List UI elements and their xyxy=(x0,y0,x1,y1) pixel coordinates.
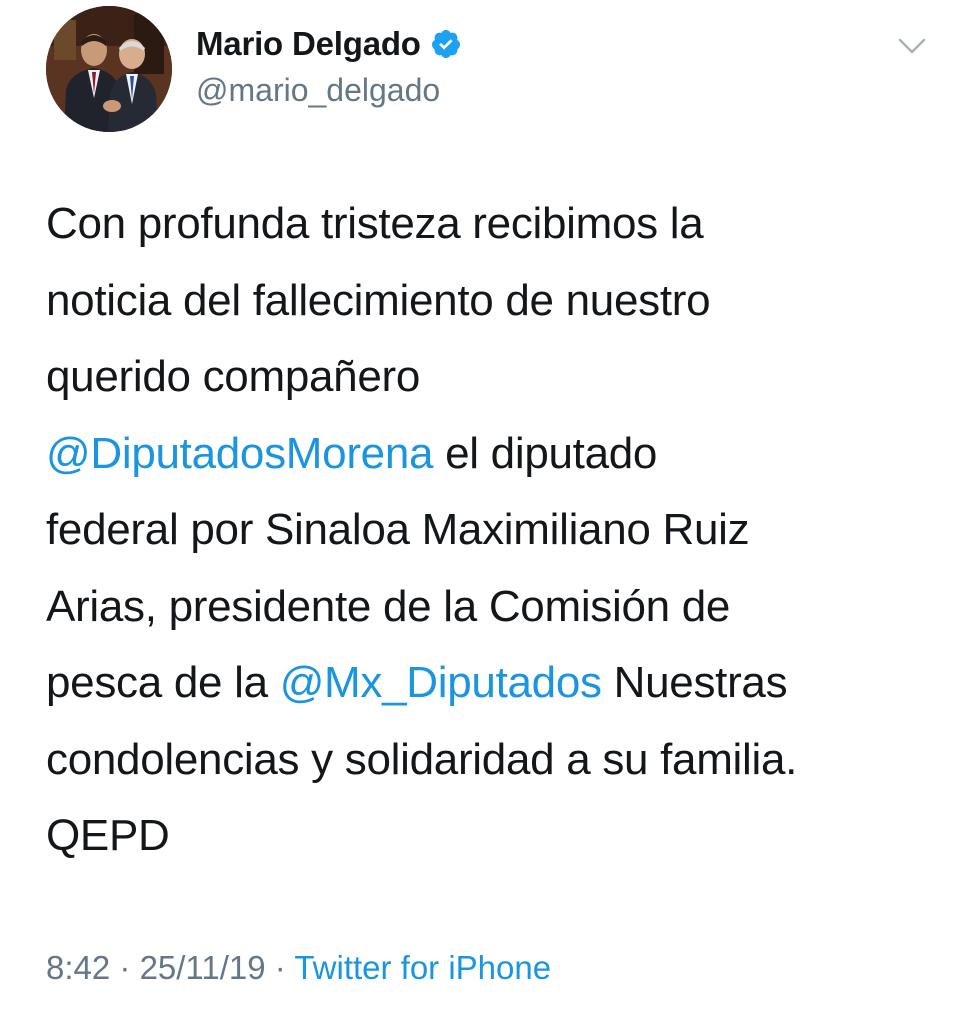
tweet-text-line: federal por Sinaloa Maximiliano Ruiz xyxy=(46,492,946,569)
tweet-text-segment: el diputado xyxy=(433,428,658,478)
handle[interactable]: @mario_delgado xyxy=(196,72,462,109)
tweet-text-line: condolencias y solidaridad a su familia. xyxy=(46,722,946,799)
author-block[interactable]: Mario Delgado @mario_delgado xyxy=(196,22,462,109)
tweet: Mario Delgado @mario_delgado Con profund… xyxy=(0,0,968,1017)
tweet-source-link[interactable]: Twitter for iPhone xyxy=(294,949,551,986)
tweet-text-segment: noticia del fallecimiento de nuestro xyxy=(46,275,711,325)
display-name[interactable]: Mario Delgado xyxy=(196,25,421,63)
mention-link[interactable]: @DiputadosMorena xyxy=(46,429,433,478)
tweet-text-line: querido compañero xyxy=(46,339,946,416)
display-name-row: Mario Delgado xyxy=(196,22,462,66)
tweet-text-segment: Nuestras xyxy=(601,658,788,707)
tweet-text-segment: QEPD xyxy=(46,811,170,860)
tweet-text-segment: Con profunda tristeza recibimos la xyxy=(46,199,704,248)
tweet-text-line: pesca de la @Mx_Diputados Nuestras xyxy=(46,645,946,722)
tweet-text-segment: pesca de la xyxy=(46,658,280,707)
profile-photo xyxy=(46,6,172,132)
tweet-text-line: @DiputadosMorena el diputado xyxy=(46,416,946,493)
mention-link[interactable]: @Mx_Diputados xyxy=(280,658,602,707)
tweet-text-segment: federal por Sinaloa Maximiliano Ruiz xyxy=(46,505,750,554)
tweet-text-segment: Arias, presidente de la Comisión de xyxy=(46,581,731,631)
tweet-text-line: Arias, presidente de la Comisión de xyxy=(46,569,946,646)
chevron-down-icon[interactable] xyxy=(896,34,928,58)
tweet-date[interactable]: 25/11/19 xyxy=(140,949,266,986)
meta-separator: · xyxy=(265,949,295,986)
meta-separator: · xyxy=(110,949,140,986)
tweet-text-line: noticia del fallecimiento de nuestro xyxy=(46,263,946,340)
tweet-text: Con profunda tristeza recibimos la notici… xyxy=(46,186,946,875)
tweet-text-segment: condolencias y solidaridad a su familia. xyxy=(46,734,798,784)
tweet-text-line: Con profunda tristeza recibimos la xyxy=(46,186,946,263)
tweet-meta: 8:42 · 25/11/19 · Twitter for iPhone xyxy=(46,949,551,987)
tweet-time[interactable]: 8:42 xyxy=(46,949,110,986)
tweet-text-line: QEPD xyxy=(46,798,946,875)
avatar[interactable] xyxy=(46,6,172,132)
tweet-text-segment: querido compañero xyxy=(46,352,421,401)
verified-badge-icon xyxy=(430,28,462,60)
